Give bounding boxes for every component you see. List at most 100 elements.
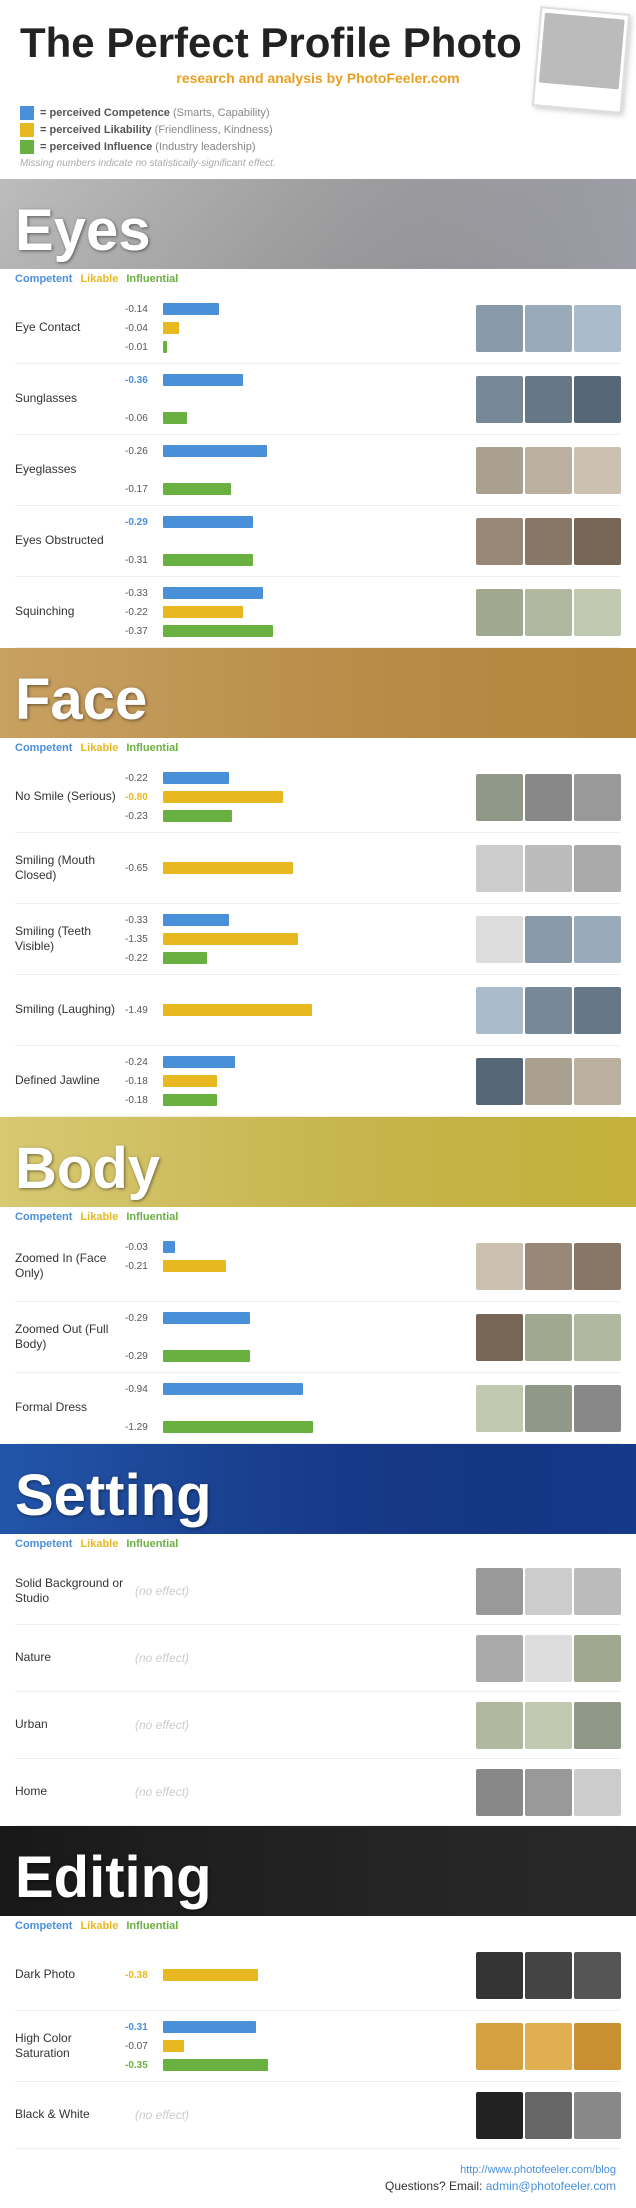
likable-bar [163, 862, 293, 874]
home-label: Home [15, 1784, 125, 1800]
bar-value-left: -0.80 [125, 792, 160, 803]
dark-photo-bars: -0.38 [125, 1948, 469, 2002]
squinching-row: Squinching -0.33 -0.22 -0.37 [15, 577, 621, 648]
bar-row [125, 533, 469, 549]
thumb [476, 2023, 523, 2070]
zoomed-in-thumbs [469, 1243, 621, 1290]
bar-row: -0.80 [125, 789, 469, 805]
footer-url[interactable]: http://www.photofeeler.com/blog [20, 2164, 616, 2176]
face-metric-labels: Competent Likable Influential [0, 738, 636, 762]
bar-row: -0.94 [125, 1381, 469, 1397]
black-white-thumbs [469, 2092, 621, 2139]
competent-bar [163, 2021, 256, 2033]
zoomed-in-label: Zoomed In (Face Only) [15, 1251, 125, 1282]
thumb [476, 376, 523, 423]
bar-value: -0.17 [125, 484, 160, 495]
bar-row: -0.22 [125, 770, 469, 786]
no-smile-row: No Smile (Serious) -0.22 -0.80 -0.23 [15, 762, 621, 833]
bar-value: -0.29 [125, 1351, 160, 1362]
thumb [476, 1568, 523, 1615]
legend: = perceived Competence (Smarts, Capabili… [0, 96, 636, 179]
setting-data: Solid Background or Studio (no effect) N… [0, 1558, 636, 1826]
influential-label: Influential [126, 273, 178, 285]
no-effect: (no effect) [125, 1785, 469, 1799]
eye-contact-thumbs [469, 305, 621, 352]
body-section-title: Body [15, 1135, 160, 1202]
jawline-thumbs [469, 1058, 621, 1105]
home-row: Home (no effect) [15, 1759, 621, 1826]
sunglasses-bars: -0.36 -0.06 [125, 372, 469, 426]
squinching-label: Squinching [15, 604, 125, 620]
solid-background-label: Solid Background or Studio [15, 1576, 125, 1607]
thumb [476, 1058, 523, 1105]
sunglasses-row: Sunglasses -0.36 -0.06 [15, 364, 621, 435]
legend-likable: = perceived Likability (Friendliness, Ki… [20, 123, 616, 137]
bar-value-left: -0.31 [125, 2022, 160, 2033]
eyes-obstructed-row: Eyes Obstructed -0.29 -0.31 [15, 506, 621, 577]
smile-teeth-thumbs [469, 916, 621, 963]
thumb [476, 1635, 523, 1682]
black-white-row: Black & White (no effect) [15, 2082, 621, 2149]
bar-row: -0.29 [125, 514, 469, 530]
thumb [525, 1314, 572, 1361]
solid-background-bars: (no effect) [125, 1566, 469, 1616]
thumb [525, 1568, 572, 1615]
thumb [574, 1568, 621, 1615]
footer-url-link[interactable]: http://www.photofeeler.com/blog [460, 2164, 616, 2176]
nature-bars: (no effect) [125, 1633, 469, 1683]
urban-bars: (no effect) [125, 1700, 469, 1750]
no-smile-thumbs [469, 774, 621, 821]
smile-teeth-label: Smiling (Teeth Visible) [15, 924, 125, 955]
thumb [525, 2023, 572, 2070]
thumb [525, 845, 572, 892]
legend-influential-box [20, 140, 34, 154]
thumb [476, 916, 523, 963]
thumb [476, 589, 523, 636]
thumb [525, 774, 572, 821]
bar-value: -0.14 [125, 304, 160, 315]
brand-name[interactable]: PhotoFeeler.com [347, 70, 460, 86]
bar-value-left: -0.36 [125, 375, 160, 386]
bar-value: -0.22 [125, 773, 160, 784]
bar-row: -0.23 [125, 808, 469, 824]
high-color-thumbs [469, 2023, 621, 2070]
jawline-bars: -0.24 -0.18 -0.18 [125, 1054, 469, 1108]
influential-bar [163, 412, 187, 424]
eye-contact-label: Eye Contact [15, 320, 125, 336]
thumb [525, 987, 572, 1034]
legend-influential: = perceived Influence (Industry leadersh… [20, 140, 616, 154]
bar-value: -0.18 [125, 1095, 160, 1106]
thumb [525, 2092, 572, 2139]
high-color-row: High Color Saturation -0.31 -0.07 -0.35 [15, 2011, 621, 2082]
setting-section-title: Setting [15, 1462, 212, 1529]
urban-row: Urban (no effect) [15, 1692, 621, 1759]
footer-email-link[interactable]: admin@photofeeler.com [486, 2179, 616, 2193]
bar-value: -1.49 [125, 1005, 160, 1016]
bar-row: -0.24 [125, 1054, 469, 1070]
face-competent-label: Competent [15, 742, 72, 754]
competent-bar [163, 914, 229, 926]
eyes-data: Eye Contact -0.14 -0.04 -0.01 Sunglasses [0, 293, 636, 648]
jawline-label: Defined Jawline [15, 1073, 125, 1089]
eyeglasses-bars: -0.26 -0.17 [125, 443, 469, 497]
influential-bar [163, 483, 231, 495]
bar-row: -0.22 [125, 604, 469, 620]
bar-row: -0.06 [125, 410, 469, 426]
formal-dress-bars: -0.94 -1.29 [125, 1381, 469, 1435]
no-effect: (no effect) [125, 1718, 469, 1732]
likable-bar [163, 1075, 217, 1087]
thumb [574, 376, 621, 423]
bar-row: -0.38 [125, 1967, 469, 1983]
bar-row: -0.18 [125, 1092, 469, 1108]
eyeglasses-thumbs [469, 447, 621, 494]
likable-bar [163, 933, 298, 945]
zoomed-out-label: Zoomed Out (Full Body) [15, 1322, 125, 1353]
bar-value: -0.18 [125, 1076, 160, 1087]
smile-laughing-bars: -1.49 [125, 983, 469, 1037]
editing-section-banner: Editing [0, 1826, 636, 1916]
thumb [574, 1702, 621, 1749]
bar-value: -0.04 [125, 323, 160, 334]
bar-row: -0.37 [125, 623, 469, 639]
body-metric-labels: Competent Likable Influential [0, 1207, 636, 1231]
likable-bar [163, 606, 243, 618]
